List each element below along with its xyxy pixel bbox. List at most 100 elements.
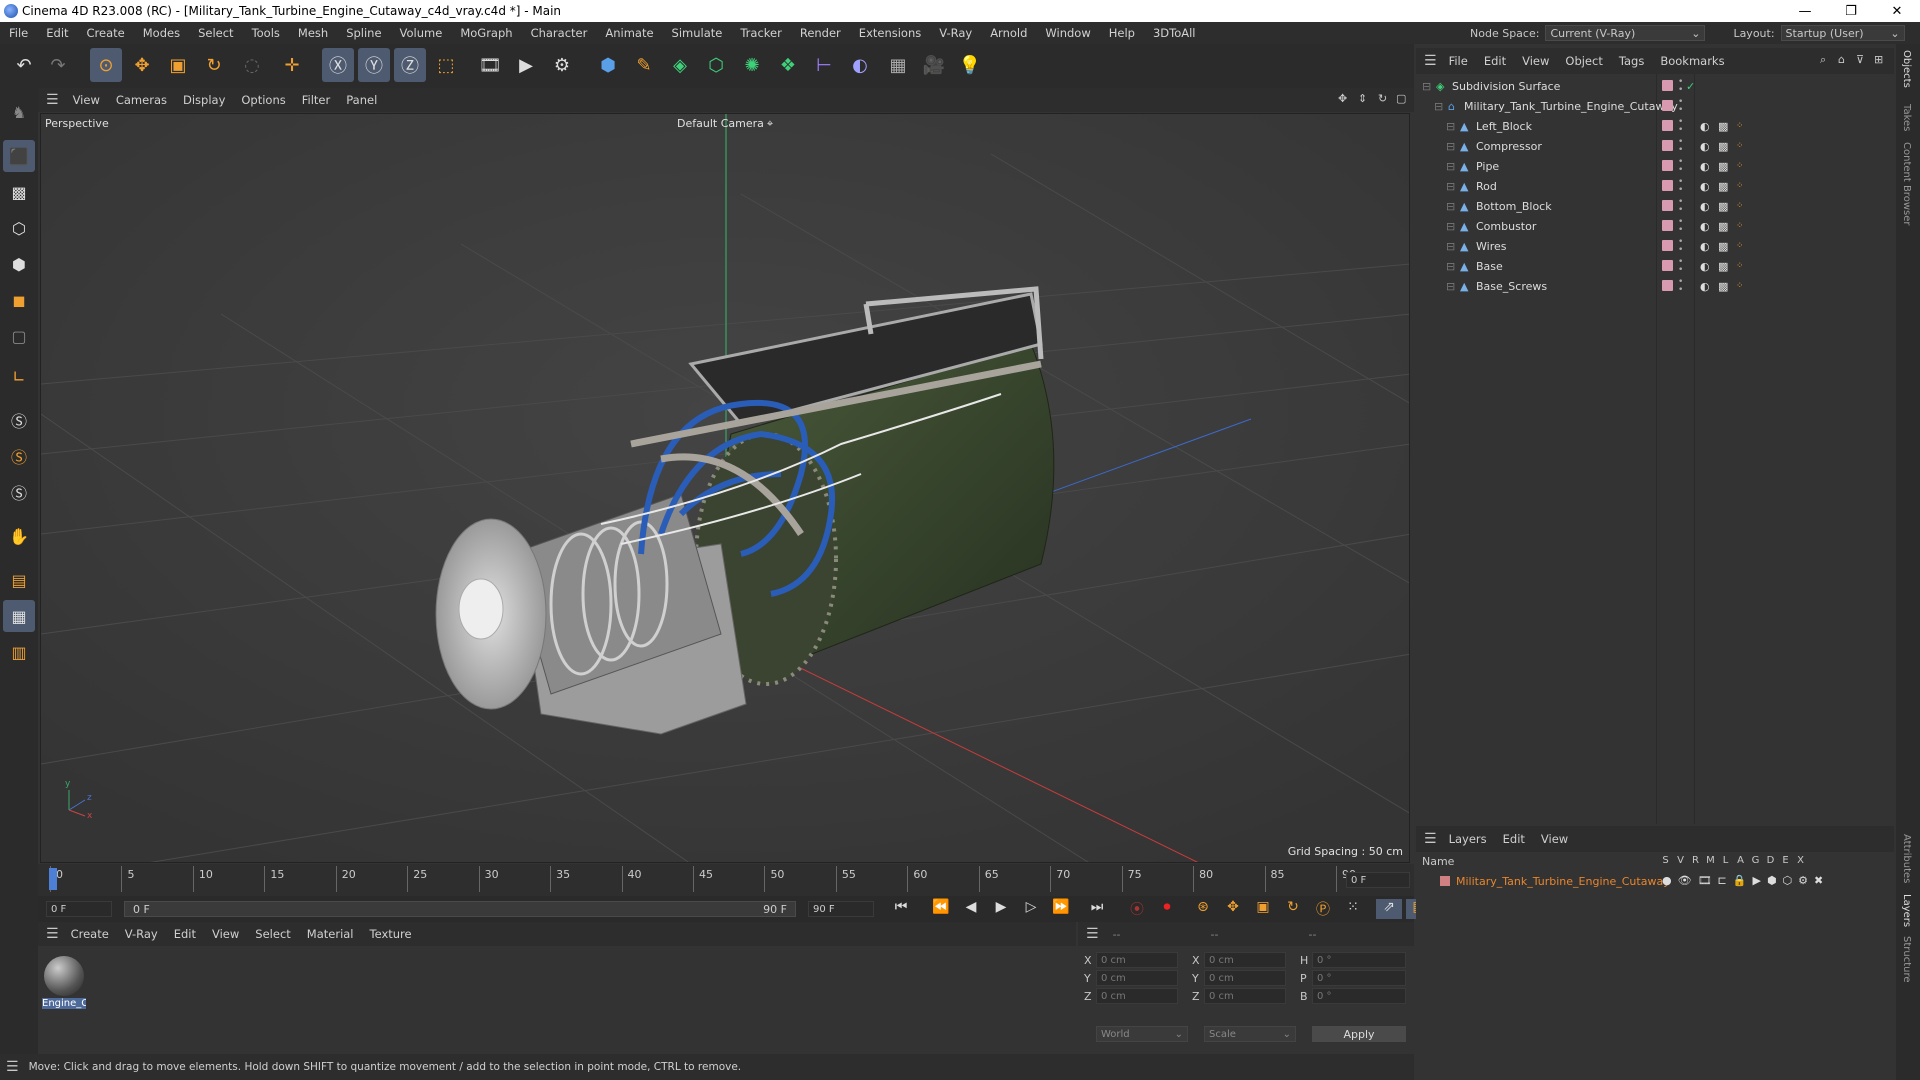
- selection-tag-icon[interactable]: ⁘: [1736, 181, 1744, 191]
- coord-size-field[interactable]: 0 cm: [1204, 952, 1286, 968]
- selection-tag-icon[interactable]: ⁘: [1736, 241, 1744, 251]
- side-tab-takes[interactable]: Takes: [1901, 104, 1912, 131]
- hamburger-icon[interactable]: ☰: [1086, 926, 1099, 942]
- record-keys-icon[interactable]: ⦿: [1124, 899, 1150, 919]
- objects-menu-tags[interactable]: Tags: [1611, 54, 1652, 68]
- uv-mode-icon[interactable]: ▢: [3, 320, 35, 352]
- side-tab-objects[interactable]: Objects: [1901, 50, 1912, 88]
- start-frame-field[interactable]: 0 F: [46, 901, 112, 917]
- layer-animation-icon[interactable]: ▶: [1752, 874, 1760, 887]
- object-name[interactable]: Base_Screws: [1476, 280, 1547, 293]
- tweak-mode-icon[interactable]: ✋: [3, 520, 35, 552]
- object-name[interactable]: Military_Tank_Turbine_Engine_Cutaway: [1464, 100, 1678, 113]
- coord-rotation-field[interactable]: 0 °: [1312, 988, 1406, 1004]
- hamburger-icon[interactable]: ☰: [1424, 831, 1437, 847]
- tree-toggle-icon[interactable]: ⊟: [1446, 160, 1455, 173]
- viewport-rotate-icon[interactable]: ↻: [1378, 92, 1387, 105]
- render-region-icon[interactable]: 🎞: [474, 48, 506, 82]
- key-pla-icon[interactable]: ⁙: [1340, 899, 1366, 919]
- checkmark-icon[interactable]: ✓: [1686, 80, 1695, 93]
- layer-generator-icon[interactable]: ⬢: [1767, 874, 1777, 887]
- material-menu-material[interactable]: Material: [299, 927, 362, 941]
- key-position-icon[interactable]: ✥: [1220, 899, 1246, 919]
- layer-tag[interactable]: [1662, 220, 1673, 231]
- quantize-icon[interactable]: Ⓢ: [3, 476, 35, 508]
- selection-tag-icon[interactable]: ⁘: [1736, 141, 1744, 151]
- cube-primitive-icon[interactable]: ⬢: [592, 48, 624, 82]
- object-name[interactable]: Subdivision Surface: [1452, 80, 1560, 93]
- object-row[interactable]: ⊟ ▲ Compressor • • ◐ ▩ ⁘: [1416, 136, 1894, 156]
- snap-icon[interactable]: Ⓢ: [3, 404, 35, 436]
- node-space-dropdown[interactable]: Current (V-Ray) ⌄: [1545, 25, 1706, 41]
- play-icon[interactable]: ▶: [988, 899, 1014, 919]
- viewport-move-icon[interactable]: ✥: [1338, 92, 1347, 105]
- home-icon[interactable]: ⌂: [1838, 53, 1845, 66]
- object-row[interactable]: ⊟ ▲ Wires • • ◐ ▩ ⁘: [1416, 236, 1894, 256]
- tree-toggle-icon[interactable]: ⊟: [1434, 100, 1443, 113]
- visibility-dots-icon[interactable]: • •: [1678, 138, 1683, 155]
- menu-animate[interactable]: Animate: [596, 26, 662, 40]
- visibility-dots-icon[interactable]: • •: [1678, 118, 1683, 135]
- viewport-menu-display[interactable]: Display: [175, 93, 233, 107]
- tree-toggle-icon[interactable]: ⊟: [1446, 200, 1455, 213]
- objects-menu-bookmarks[interactable]: Bookmarks: [1652, 54, 1732, 68]
- polygons-mode-icon[interactable]: ◼: [3, 284, 35, 316]
- camera-label[interactable]: Default Camera ⌖: [677, 117, 773, 131]
- material-tag-icon[interactable]: ▩: [1718, 260, 1728, 273]
- viewport-menu-view[interactable]: View: [65, 93, 108, 107]
- move-tool-icon[interactable]: ✥: [126, 48, 158, 82]
- material-menu-edit[interactable]: Edit: [166, 927, 204, 941]
- material-tag-icon[interactable]: ▩: [1718, 180, 1728, 193]
- search-icon[interactable]: ⌕: [1820, 53, 1826, 67]
- key-scale-icon[interactable]: ▣: [1250, 899, 1276, 919]
- material-tag-icon[interactable]: ▩: [1718, 240, 1728, 253]
- object-row[interactable]: ⊟ ◈ Subdivision Surface • • ✓: [1416, 76, 1894, 96]
- object-row[interactable]: ⊟ ⌂ Military_Tank_Turbine_Engine_Cutaway • •: [1416, 96, 1894, 116]
- material-menu-select[interactable]: Select: [247, 927, 298, 941]
- axis-mode-icon[interactable]: ∟: [3, 360, 35, 392]
- tree-toggle-icon[interactable]: ⊟: [1446, 240, 1455, 253]
- layer-xref-icon[interactable]: ✖: [1814, 874, 1823, 887]
- menu-modes[interactable]: Modes: [134, 26, 189, 40]
- locked-workplane-icon[interactable]: ▥: [3, 636, 35, 668]
- material-tag-icon[interactable]: ▩: [1718, 220, 1728, 233]
- visibility-dots-icon[interactable]: • •: [1678, 198, 1683, 215]
- object-row[interactable]: ⊟ ▲ Left_Block • • ◐ ▩ ⁘: [1416, 116, 1894, 136]
- visibility-dots-icon[interactable]: • •: [1678, 218, 1683, 235]
- tree-toggle-icon[interactable]: ⊟: [1422, 80, 1431, 93]
- layer-row[interactable]: Military_Tank_Turbine_Engine_Cutaway ● 👁…: [1416, 872, 1894, 890]
- menu-mograph[interactable]: MoGraph: [451, 26, 521, 40]
- live-selection-icon[interactable]: ✛: [276, 48, 308, 82]
- end-frame-field[interactable]: 90 F: [808, 901, 874, 917]
- hamburger-icon[interactable]: ☰: [46, 926, 59, 942]
- object-row[interactable]: ⊟ ▲ Rod • • ◐ ▩ ⁘: [1416, 176, 1894, 196]
- next-frame-icon[interactable]: ▷: [1018, 899, 1044, 919]
- viewport-menu-options[interactable]: Options: [233, 93, 293, 107]
- objects-menu-edit[interactable]: Edit: [1476, 54, 1514, 68]
- edges-mode-icon[interactable]: ⬢: [3, 248, 35, 280]
- menu-mesh[interactable]: Mesh: [289, 26, 337, 40]
- hamburger-icon[interactable]: ☰: [1424, 53, 1437, 69]
- material-name[interactable]: Engine_C: [42, 998, 86, 1009]
- objects-menu-view[interactable]: View: [1514, 54, 1557, 68]
- menu-simulate[interactable]: Simulate: [663, 26, 732, 40]
- object-row[interactable]: ⊟ ▲ Base • • ◐ ▩ ⁘: [1416, 256, 1894, 276]
- subdivision-generator-icon[interactable]: ◈: [664, 48, 696, 82]
- current-frame-field[interactable]: 0 F: [1346, 872, 1410, 888]
- menu-select[interactable]: Select: [189, 26, 242, 40]
- floor-icon[interactable]: ▦: [882, 48, 914, 82]
- make-editable-icon[interactable]: ♞: [3, 96, 35, 128]
- selection-tag-icon[interactable]: ⁘: [1736, 161, 1744, 171]
- apply-button[interactable]: Apply: [1312, 1026, 1406, 1042]
- material-menu-texture[interactable]: Texture: [362, 927, 420, 941]
- points-mode-icon[interactable]: ⬡: [3, 212, 35, 244]
- layer-render-icon[interactable]: 🎞: [1698, 874, 1712, 887]
- coord-rotation-field[interactable]: 0 °: [1312, 952, 1406, 968]
- selection-tag-icon[interactable]: ⁘: [1736, 281, 1744, 291]
- layers-menu-view[interactable]: View: [1533, 832, 1576, 846]
- phong-tag-icon[interactable]: ◐: [1700, 180, 1710, 193]
- new-window-icon[interactable]: ⊞: [1874, 53, 1883, 66]
- viewport-menu-panel[interactable]: Panel: [338, 93, 385, 107]
- phong-tag-icon[interactable]: ◐: [1700, 280, 1710, 293]
- side-tab-layers[interactable]: Layers: [1901, 894, 1912, 927]
